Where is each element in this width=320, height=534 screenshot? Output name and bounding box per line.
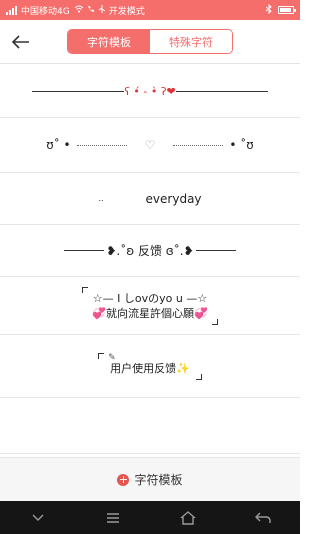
segment-control: 字符模板 特殊字符 [67,29,233,54]
dotted-line [173,144,224,146]
line-decoration [32,90,125,92]
back-icon[interactable] [248,503,278,533]
status-bar: 中国移动4G 开发模式 [0,0,300,20]
tab-char-templates[interactable]: 字符模板 [68,30,150,53]
usb-icon [98,4,106,16]
line-decoration [175,90,268,92]
template-item[interactable]: .. everyday [0,173,300,225]
template-item[interactable]: ☆— I しovのyo u —☆ 💞就向流星許個心願💞 [0,277,300,335]
template-prefix: .. [98,194,104,203]
template-text: 用户使用反馈✨ [110,361,190,375]
dotted-line [76,144,127,146]
add-template-button[interactable]: + 字符模板 [0,457,300,501]
template-text-right: • ˚ʊ [229,138,254,152]
signal-icon [6,5,17,15]
template-text: everyday [145,191,202,206]
line-decoration [195,250,236,251]
back-arrow-icon[interactable] [10,31,32,53]
template-text-left: ʊ˚ • [46,138,71,152]
screen: 中国移动4G 开发模式 字符模板 特殊字符 ʕ •́ - •̀ ʔ❤ ʊ˚ • … [0,0,300,534]
call-icon [87,5,95,16]
template-item[interactable]: ✎ 用户使用反馈✨ [0,335,300,398]
header: 字符模板 特殊字符 [0,20,300,64]
home-icon[interactable] [173,503,203,533]
empty-row [0,398,300,454]
tab-special-chars[interactable]: 特殊字符 [150,30,232,53]
template-heart: ♡ [144,138,156,152]
mode-label: 开发模式 [108,6,145,17]
template-line2: 💞就向流星許個心願💞 [92,306,208,320]
wifi-icon [74,5,84,16]
template-item[interactable]: ❥.˚ʚ 反馈 ɞ˚.❥ [0,225,300,277]
template-item[interactable]: ʕ •́ - •̀ ʔ❤ [0,65,300,118]
template-line1: ☆— I しovのyo u —☆ [92,291,208,305]
template-box: ☆— I しovのyo u —☆ 💞就向流星許個心願💞 [82,286,218,325]
pen-mark: ✎ [108,352,116,363]
template-item[interactable]: ʊ˚ • ♡ • ˚ʊ [0,118,300,173]
add-template-label: 字符模板 [134,473,183,487]
plus-icon: + [117,472,130,486]
battery-icon [278,6,296,14]
carrier-label: 中国移动4G [21,6,70,17]
template-text: ❥.˚ʚ 反馈 ɞ˚.❥ [106,244,194,258]
template-list: ʕ •́ - •̀ ʔ❤ ʊ˚ • ♡ • ˚ʊ .. everyday ❥.˚… [0,65,300,454]
nav-bar [0,501,300,534]
template-text: ʕ •́ - •̀ ʔ❤ [124,84,176,98]
bluetooth-icon [265,3,272,17]
menu-icon[interactable] [98,503,128,533]
chevron-down-icon[interactable] [23,503,53,533]
line-decoration [64,250,105,251]
template-box: ✎ 用户使用反馈✨ [98,352,202,380]
